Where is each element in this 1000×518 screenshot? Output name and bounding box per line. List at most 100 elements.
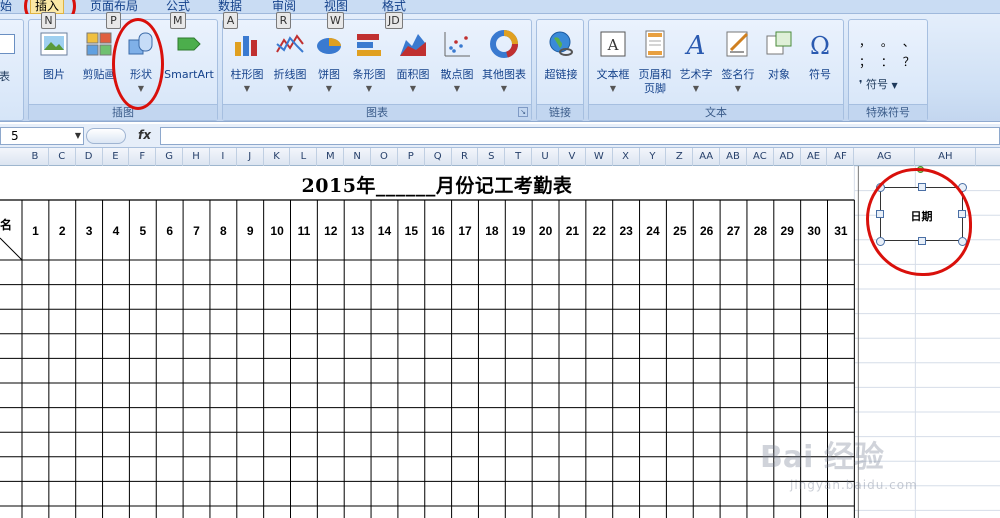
day-header-17[interactable]: 17	[458, 224, 472, 238]
column-header-F[interactable]: F	[129, 148, 157, 166]
column-header-N[interactable]: N	[344, 148, 372, 166]
column-header-D[interactable]: D	[76, 148, 103, 166]
symbol-button[interactable]: Ω 符号	[799, 22, 841, 104]
column-header-I[interactable]: I	[210, 148, 237, 166]
column-header-V[interactable]: V	[559, 148, 586, 166]
line-chart-button[interactable]: 折线图 ▼	[269, 22, 311, 104]
pie-chart-button[interactable]: 饼图 ▼	[311, 22, 347, 104]
sheet-title: 2015年______月份记工考勤表	[301, 175, 573, 197]
column-header-G[interactable]: G	[156, 148, 184, 166]
column-header-AG[interactable]: AG	[854, 148, 916, 166]
textbox-button[interactable]: A 文本框 ▼	[591, 22, 635, 104]
worksheet[interactable]: 1 2 3 4 5 6 7 8 9 10 11 12 13 14 15 16 17 18 19 20 21 22 23 24 2…	[0, 166, 1000, 518]
day-header-1[interactable]: 1	[32, 224, 39, 238]
keytip-page-layout: P	[106, 12, 121, 29]
day-header-3[interactable]: 3	[86, 224, 93, 238]
keytip-formulas: M	[170, 12, 186, 29]
charts-dialog-launcher-icon[interactable]: ↘	[518, 107, 528, 117]
column-header-L[interactable]: L	[291, 148, 318, 166]
pie-chart-icon	[317, 38, 341, 54]
day-header-5[interactable]: 5	[139, 224, 146, 238]
column-header-C[interactable]: C	[49, 148, 76, 166]
day-header-16[interactable]: 16	[431, 224, 445, 238]
day-header-10[interactable]: 10	[270, 224, 284, 238]
name-box[interactable]: 5 ▼	[0, 127, 84, 145]
day-header-27[interactable]: 27	[727, 224, 741, 238]
chevron-down-icon[interactable]: ▼	[75, 128, 81, 144]
header-footer-button[interactable]: 页眉和 页脚	[635, 22, 675, 104]
column-chart-button[interactable]: 柱形图 ▼	[225, 22, 269, 104]
column-header-Z[interactable]: Z	[666, 148, 694, 166]
day-header-21[interactable]: 21	[566, 224, 580, 238]
column-header-Q[interactable]: Q	[425, 148, 452, 166]
tab-home[interactable]: 始	[0, 0, 16, 14]
column-header-AF[interactable]: AF	[828, 148, 855, 166]
other-charts-button[interactable]: 其他图表 ▼	[477, 22, 531, 104]
day-header-9[interactable]: 9	[247, 224, 254, 238]
day-header-19[interactable]: 19	[512, 224, 526, 238]
baidu-watermark: Bai 经验	[760, 440, 884, 475]
insert-function-icon[interactable]: fx	[138, 128, 151, 142]
chevron-down-icon: ▼	[891, 81, 898, 90]
formula-input[interactable]	[160, 127, 1000, 145]
header-footer-icon	[645, 30, 665, 58]
column-header-K[interactable]: K	[264, 148, 291, 166]
day-header-26[interactable]: 26	[700, 224, 714, 238]
column-header-T[interactable]: T	[505, 148, 533, 166]
picture-button[interactable]: 图片	[33, 22, 75, 104]
ribbon-group-charts: 柱形图 ▼ 折线图 ▼ 饼图 ▼ 条形图 ▼ 面积图 ▼ 散点图 ▼ 其他图表 …	[222, 19, 532, 121]
object-button[interactable]: 对象	[759, 22, 799, 104]
column-header-AA[interactable]: AA	[693, 148, 721, 166]
column-header-R[interactable]: R	[452, 148, 479, 166]
day-header-20[interactable]: 20	[539, 224, 553, 238]
day-header-25[interactable]: 25	[673, 224, 687, 238]
day-header-11[interactable]: 11	[298, 224, 311, 238]
signature-line-button[interactable]: 签名行 ▼	[717, 22, 759, 104]
wordart-button[interactable]: A 艺术字 ▼	[675, 22, 717, 104]
day-header-18[interactable]: 18	[485, 224, 499, 238]
column-header-AC[interactable]: AC	[747, 148, 774, 166]
column-header-AH[interactable]: AH	[915, 148, 977, 166]
smartart-button[interactable]: SmartArt	[163, 22, 215, 104]
day-header-13[interactable]: 13	[351, 224, 365, 238]
day-header-8[interactable]: 8	[220, 224, 227, 238]
column-header-E[interactable]: E	[103, 148, 130, 166]
column-header-H[interactable]: H	[183, 148, 210, 166]
area-chart-button[interactable]: 面积图 ▼	[391, 22, 435, 104]
day-header-30[interactable]: 30	[807, 224, 821, 238]
column-header-AD[interactable]: AD	[774, 148, 801, 166]
day-header-31[interactable]: 31	[834, 224, 848, 238]
column-header-U[interactable]: U	[532, 148, 559, 166]
day-header-2[interactable]: 2	[59, 224, 66, 238]
day-header-22[interactable]: 22	[593, 224, 607, 238]
day-header-24[interactable]: 24	[646, 224, 660, 238]
day-header-4[interactable]: 4	[113, 224, 120, 238]
day-header-7[interactable]: 7	[193, 224, 200, 238]
day-header-23[interactable]: 23	[619, 224, 633, 238]
column-header-M[interactable]: M	[317, 148, 345, 166]
column-header-AB[interactable]: AB	[720, 148, 747, 166]
day-header-29[interactable]: 29	[781, 224, 795, 238]
day-header-6[interactable]: 6	[166, 224, 173, 238]
column-header-X[interactable]: X	[613, 148, 640, 166]
column-header-P[interactable]: P	[398, 148, 425, 166]
day-header-28[interactable]: 28	[754, 224, 768, 238]
formula-bar-expander[interactable]	[86, 128, 126, 144]
column-header-S[interactable]: S	[478, 148, 506, 166]
column-header-Y[interactable]: Y	[640, 148, 667, 166]
column-header-AE[interactable]: AE	[801, 148, 828, 166]
svg-text:Ω: Ω	[810, 32, 830, 58]
bar-chart-button[interactable]: 条形图 ▼	[347, 22, 391, 104]
special-symbol-glyphs[interactable]: ， 。 、 ； ： ？	[859, 32, 919, 72]
hyperlink-button[interactable]: 超链接	[538, 22, 584, 104]
column-header-W[interactable]: W	[586, 148, 613, 166]
column-header-O[interactable]: O	[371, 148, 398, 166]
ribbon-group-text: A 文本框 ▼ 页眉和 页脚 A 艺术字 ▼ 签名行 ▼ 对象 Ω 符号 文本	[588, 19, 844, 121]
day-header-15[interactable]: 15	[405, 224, 419, 238]
column-header-J[interactable]: J	[237, 148, 264, 166]
scatter-chart-button[interactable]: 散点图 ▼	[435, 22, 479, 104]
day-header-14[interactable]: 14	[378, 224, 392, 238]
column-header-B[interactable]: B	[22, 148, 49, 166]
day-header-12[interactable]: 12	[324, 224, 338, 238]
special-symbol-button[interactable]: ❜ 符号 ▼	[859, 76, 898, 92]
